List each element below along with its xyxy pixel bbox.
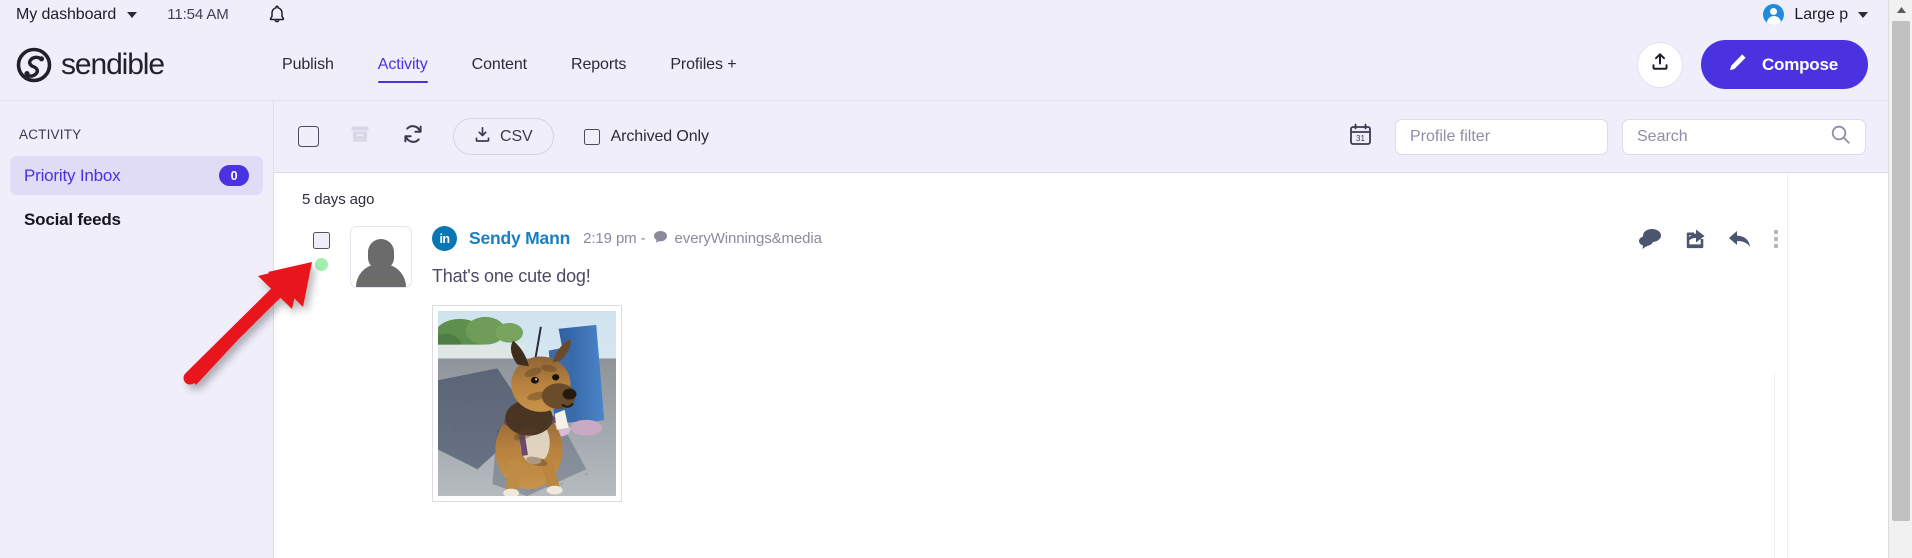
sendible-logo-icon [16,47,52,83]
post-meta: 2:19 pm - everyWinnings&media [583,230,822,248]
calendar-icon: 31 [1348,122,1373,152]
search-field[interactable] [1622,118,1866,155]
select-all-checkbox[interactable] [298,126,319,147]
comment-icon [653,230,668,248]
dashboard-selector-label[interactable]: My dashboard [16,6,116,24]
post-body: in Sendy Mann 2:19 pm - everyWinnings&me… [432,226,1888,502]
feed-column-divider [1774,373,1775,558]
current-time: 11:54 AM [167,6,229,23]
post-time: 2:19 pm - [583,230,646,247]
scrollbar-thumb[interactable] [1892,21,1910,521]
avatar-placeholder-icon [355,237,407,287]
sidebar-item-label: Social feeds [24,209,121,229]
search-input[interactable] [1637,127,1830,146]
chevron-down-icon[interactable] [127,11,138,18]
post-actions [1639,228,1778,249]
download-icon [474,126,491,148]
status-badge: 0 [219,165,249,186]
post-select-column [302,226,340,502]
header-actions: Compose [1636,40,1888,89]
tab-publish[interactable]: Publish [260,29,356,100]
tab-content[interactable]: Content [450,29,549,100]
calendar-button[interactable]: 31 [1348,122,1373,152]
sidebar-item-label: Priority Inbox [24,165,121,185]
day-group-label: 5 days ago [302,191,375,208]
export-csv-button[interactable]: CSV [453,118,554,155]
scroll-up-arrow[interactable] [1889,0,1912,20]
comment-icon[interactable] [1639,228,1662,249]
compose-button[interactable]: Compose [1700,40,1868,89]
profile-filter-field[interactable] [1395,118,1608,155]
svg-text:31: 31 [1356,134,1365,143]
tab-activity[interactable]: Activity [356,29,450,100]
csv-label: CSV [500,127,533,145]
feed-post: in Sendy Mann 2:19 pm - everyWinnings&me… [274,208,1888,502]
bell-icon[interactable] [267,4,287,25]
chevron-down-icon[interactable] [1858,11,1868,18]
post-checkbox[interactable] [312,232,330,249]
user-menu-label[interactable]: Large p [1794,6,1848,24]
logo[interactable]: sendible [0,47,260,83]
upload-icon [1650,52,1670,77]
compose-label: Compose [1761,54,1838,74]
archive-button[interactable] [349,123,371,150]
refresh-button[interactable] [401,122,425,151]
feed-right-divider [1787,173,1788,558]
avatar [350,226,412,288]
sidebar-item-social-feeds[interactable]: Social feeds [10,200,263,239]
tab-profiles[interactable]: Profiles + [648,29,758,100]
archived-only-label: Archived Only [610,127,709,145]
feed-toolbar: CSV Archived Only 31 [274,101,1888,173]
post-image-frame[interactable] [432,305,622,502]
topbar-right-group: Large p [1763,4,1888,25]
sendible-activity-page: My dashboard 11:54 AM Large p sendible P… [0,0,1912,558]
sidebar-section-title: ACTIVITY [19,127,82,142]
archive-icon [349,123,371,150]
linkedin-icon: in [432,226,457,251]
sidebar-item-priority-inbox[interactable]: Priority Inbox 0 [10,156,263,195]
upload-button[interactable] [1636,41,1683,88]
logo-text: sendible [61,47,165,81]
primary-nav: Publish Activity Content Reports Profile… [260,29,758,100]
reply-icon[interactable] [1728,229,1752,249]
activity-feed: 5 days ago in Sendy Mann 2:19 pm - every… [274,173,1888,558]
topbar-left-group: My dashboard 11:54 AM [0,4,287,25]
refresh-icon [401,122,425,151]
more-options-icon[interactable] [1774,229,1778,248]
profile-filter-input[interactable] [1410,127,1593,146]
main-header: sendible Publish Activity Content Report… [0,29,1888,101]
archived-only-checkbox[interactable] [583,128,600,145]
dog-photo [438,311,616,496]
post-author[interactable]: Sendy Mann [469,228,570,249]
avatar[interactable] [1763,4,1785,25]
share-icon[interactable] [1684,228,1706,249]
post-text: That's one cute dog! [432,266,591,286]
archived-only-toggle[interactable]: Archived Only [583,127,709,146]
top-utility-bar: My dashboard 11:54 AM Large p [0,0,1888,29]
sidebar: ACTIVITY Priority Inbox 0 Social feeds [0,101,274,558]
pencil-icon [1727,52,1748,78]
search-icon[interactable] [1830,124,1851,150]
scrollbar[interactable] [1888,0,1912,558]
status-indicator-dot [314,258,328,271]
tab-reports[interactable]: Reports [549,29,648,100]
post-profile-name: everyWinnings&media [674,230,822,247]
